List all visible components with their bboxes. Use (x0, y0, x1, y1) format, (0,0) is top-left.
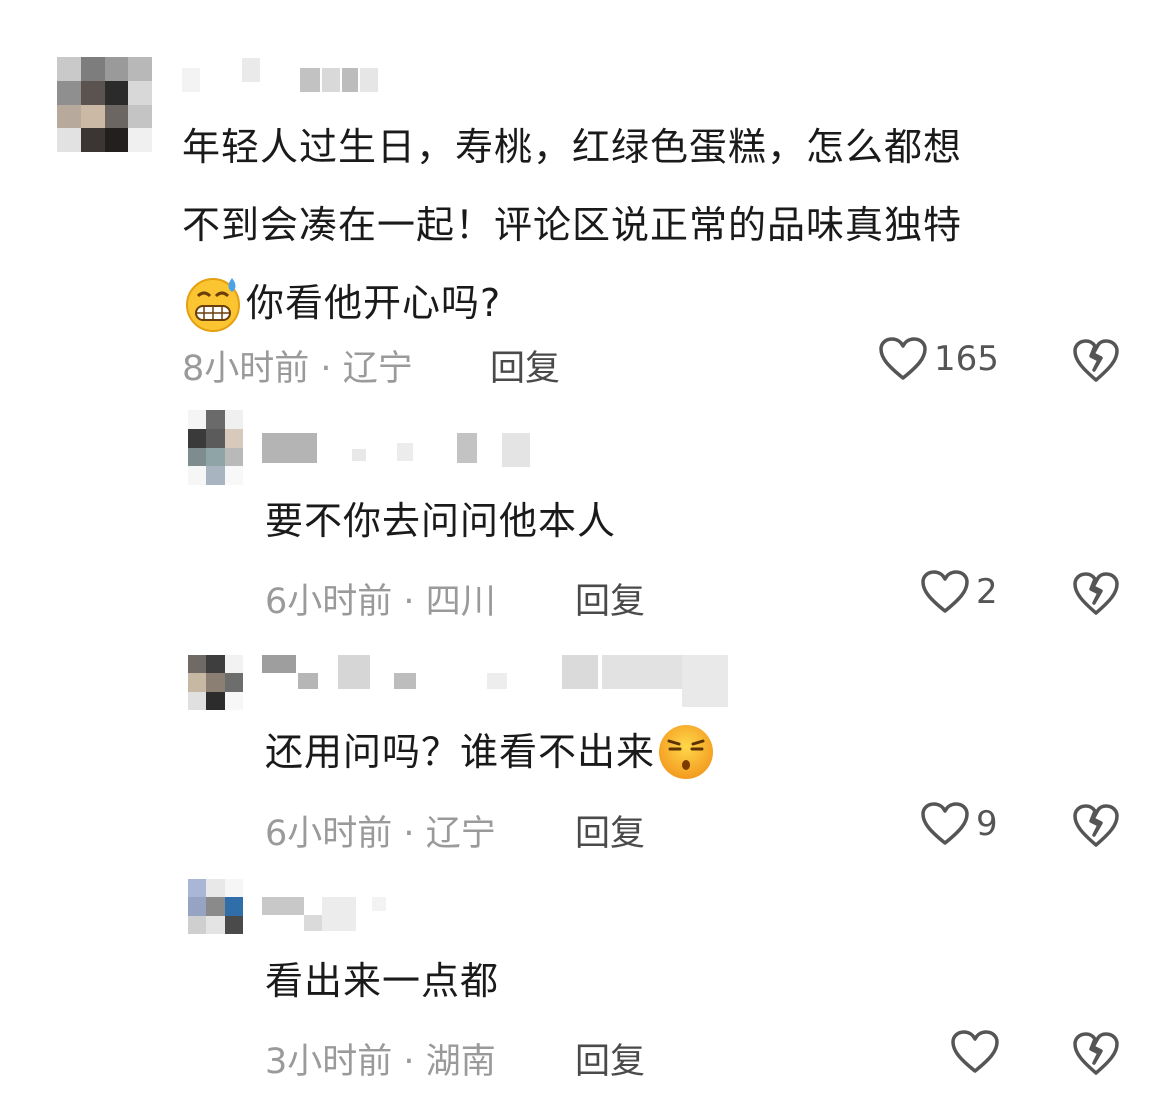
comment-location: 四川 (425, 582, 496, 622)
avatar[interactable] (188, 655, 243, 710)
comment-text: 要不你去问问他本人 (265, 499, 617, 543)
comment-meta: 6小时前 · 四川 (265, 573, 496, 624)
like-count: 165 (934, 339, 999, 379)
reply-comment-item: 看出来一点都 3小时前 · 湖南 回复 (0, 857, 1170, 1093)
comment-text: 看出来一点都 (265, 959, 500, 1003)
comment-item: 年轻人过生日，寿桃，红绿色蛋糕，怎么都想 不到会凑在一起！评论区说正常的品味真独… (0, 0, 1170, 395)
username-blurred[interactable] (262, 897, 392, 931)
heart-icon (951, 1030, 999, 1073)
comment-time: 8小时前 (182, 349, 310, 389)
username-blurred[interactable] (262, 433, 530, 467)
comment-text: 还用问吗？谁看不出来 (265, 713, 717, 791)
heart-icon (921, 570, 969, 613)
comment-time: 6小时前 (265, 814, 393, 854)
avatar[interactable] (57, 57, 152, 152)
like-button[interactable]: 2 (920, 569, 998, 615)
comment-meta: 3小时前 · 湖南 (265, 1033, 496, 1084)
like-button[interactable] (950, 1029, 1006, 1075)
comment-time: 6小时前 (265, 582, 393, 622)
like-button[interactable]: 165 (878, 336, 999, 382)
separator: · (403, 582, 415, 622)
broken-heart-icon[interactable] (1072, 338, 1120, 384)
heart-icon (921, 802, 969, 845)
comment-meta: 6小时前 · 辽宁 (265, 805, 496, 856)
like-count: 9 (976, 804, 998, 844)
broken-heart-icon[interactable] (1072, 803, 1120, 849)
comment-location: 辽宁 (342, 349, 413, 389)
comment-time: 3小时前 (265, 1042, 393, 1082)
comment-location: 湖南 (425, 1042, 496, 1082)
comment-text-line: 年轻人过生日，寿桃，红绿色蛋糕，怎么都想 (182, 125, 963, 169)
comment-text: 年轻人过生日，寿桃，红绿色蛋糕，怎么都想 不到会凑在一起！评论区说正常的品味真独… (182, 108, 1142, 342)
avatar[interactable] (188, 879, 243, 934)
comment-text-line-3: 你看他开心吗? (246, 281, 502, 325)
username-blurred[interactable] (262, 655, 732, 707)
comment-text-line: 不到会凑在一起！评论区说正常的品味真独特 (182, 203, 963, 247)
broken-heart-icon[interactable] (1072, 1031, 1120, 1077)
heart-icon (879, 337, 927, 380)
grimace-sweat-emoji (186, 278, 240, 332)
separator: · (403, 1042, 415, 1082)
comment-text-line: 你看他开心吗? (182, 264, 1142, 342)
avatar[interactable] (188, 410, 243, 485)
separator: · (403, 814, 415, 854)
broken-heart-icon[interactable] (1072, 571, 1120, 617)
reply-button[interactable]: 回复 (575, 805, 645, 856)
comment-location: 辽宁 (425, 814, 496, 854)
reply-button[interactable]: 回复 (575, 1033, 645, 1084)
reply-comment-item: 要不你去问问他本人 6小时前 · 四川 回复 2 (0, 395, 1170, 625)
username-blurred[interactable] (182, 58, 382, 92)
like-button[interactable]: 9 (920, 801, 998, 847)
reply-comment-item: 还用问吗？谁看不出来 6小时前 · 辽宁 回复 9 (0, 625, 1170, 857)
reply-button[interactable]: 回复 (490, 340, 560, 391)
separator: · (320, 349, 332, 389)
comment-meta: 8小时前 · 辽宁 (182, 340, 413, 391)
comment-text-content: 还用问吗？谁看不出来 (265, 730, 656, 774)
reply-button[interactable]: 回复 (575, 573, 645, 624)
smirk-face-emoji (659, 725, 714, 779)
like-count: 2 (976, 572, 998, 612)
